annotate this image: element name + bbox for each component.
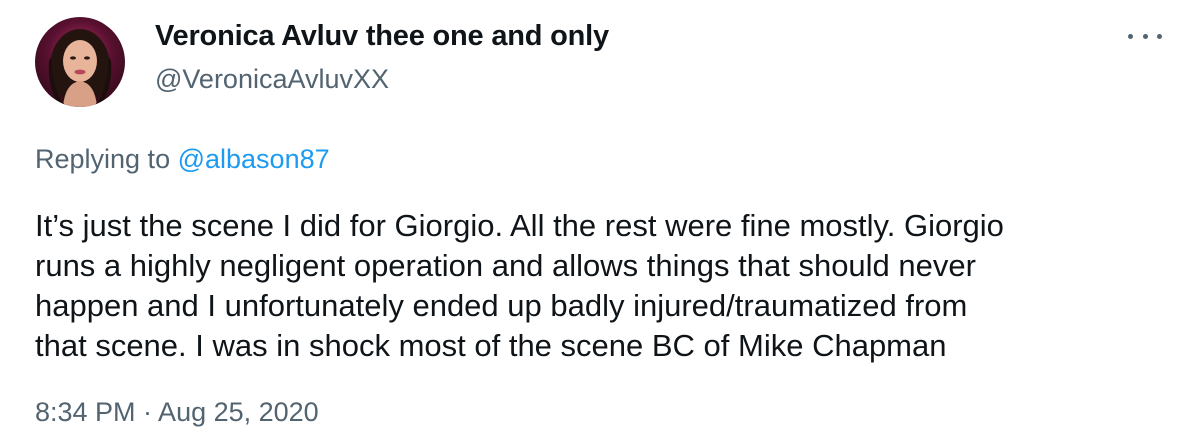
tweet-text-line: that scene. I was in shock most of the s…: [35, 328, 947, 363]
tweet-card: Veronica Avluv thee one and only @Veroni…: [0, 0, 1182, 445]
reply-context: Replying to @albason87: [35, 144, 330, 175]
tweet-text-line: happen and I unfortunately ended up badl…: [35, 288, 968, 323]
tweet-text-line: It’s just the scene I did for Giorgio. A…: [35, 208, 1004, 243]
more-horizontal-icon: [1128, 33, 1133, 39]
more-options-button[interactable]: [1128, 26, 1162, 46]
tweet-text-line: runs a highly negligent operation and al…: [35, 248, 976, 283]
tweet-text: It’s just the scene I did for Giorgio. A…: [35, 206, 1155, 366]
avatar[interactable]: [35, 17, 125, 107]
author-display-name[interactable]: Veronica Avluv thee one and only: [155, 20, 609, 53]
reply-context-prefix: Replying to: [35, 144, 178, 174]
profile-photo-avatar-icon: [48, 29, 112, 107]
reply-mention-link[interactable]: @albason87: [178, 144, 330, 174]
tweet-timestamp[interactable]: 8:34 PM · Aug 25, 2020: [35, 397, 319, 428]
more-horizontal-icon-dot: [1142, 33, 1148, 39]
author-handle[interactable]: @VeronicaAvluvXX: [155, 64, 389, 95]
more-horizontal-icon-dot: [1157, 33, 1162, 39]
